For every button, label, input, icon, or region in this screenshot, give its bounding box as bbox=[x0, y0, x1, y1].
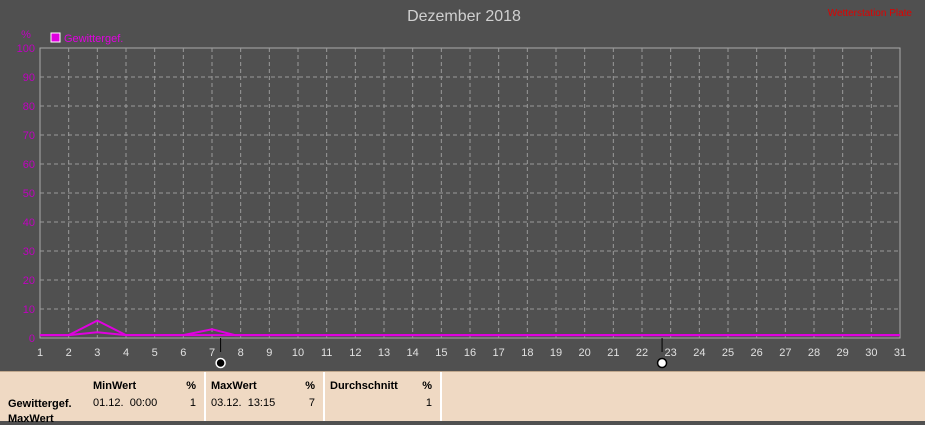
y-tick-label: 90 bbox=[23, 72, 35, 84]
x-tick-label: 28 bbox=[808, 347, 820, 359]
x-tick-label: 15 bbox=[435, 347, 447, 359]
x-tick-label: 18 bbox=[521, 347, 533, 359]
x-tick-label: 9 bbox=[266, 347, 272, 359]
x-tick-label: 27 bbox=[779, 347, 791, 359]
x-tick-label: 23 bbox=[665, 347, 677, 359]
x-tick-label: 30 bbox=[865, 347, 877, 359]
x-tick-label: 20 bbox=[579, 347, 591, 359]
x-tick-label: 22 bbox=[636, 347, 648, 359]
x-tick-label: 10 bbox=[292, 347, 304, 359]
min-value: 1 bbox=[189, 397, 196, 409]
stats-row-label-cut: MaxWert bbox=[8, 413, 54, 425]
x-tick-label: 11 bbox=[321, 347, 332, 359]
x-tick-label: 2 bbox=[66, 347, 72, 359]
x-tick-label: 6 bbox=[180, 347, 186, 359]
max-datetime: 03.12. 13:15 bbox=[211, 397, 276, 409]
watermark: Wetterstation Plate bbox=[828, 8, 913, 19]
chart: 01020304050607080901001 2 3 4 5 6 7 8 9 10 11 12 13 1… bbox=[17, 8, 913, 369]
x-tick-label: 21 bbox=[607, 347, 619, 359]
full-moon-icon bbox=[656, 357, 668, 369]
stats-panel: Gewittergef. MaxWert MinWert % 01.12. 00… bbox=[0, 371, 925, 425]
stats-avg-column: Durchschnitt % 1 bbox=[325, 372, 442, 421]
chart-title: Dezember 2018 bbox=[407, 8, 521, 25]
x-tick-label: 1 bbox=[37, 347, 43, 359]
stats-min-column: MinWert % 01.12. 00:00 1 bbox=[88, 372, 206, 421]
y-axis-label: % bbox=[21, 29, 31, 41]
y-tick-label: 100 bbox=[17, 43, 35, 55]
series-line-1 bbox=[40, 331, 900, 337]
y-tick-label: 10 bbox=[23, 304, 35, 316]
stats-row-label: Gewittergef. bbox=[8, 398, 72, 410]
y-tick-label: 0 bbox=[29, 333, 35, 345]
legend-label: Gewittergef. bbox=[64, 33, 123, 45]
stats-max-column: MaxWert % 03.12. 13:15 7 bbox=[206, 372, 325, 421]
x-tick-label: 29 bbox=[837, 347, 849, 359]
x-tick-label: 5 bbox=[152, 347, 158, 359]
max-unit: % bbox=[305, 380, 315, 392]
avg-value: 1 bbox=[425, 397, 432, 409]
x-tick-label: 19 bbox=[550, 347, 562, 359]
x-tick-label: 17 bbox=[493, 347, 505, 359]
y-tick-label: 80 bbox=[23, 101, 35, 113]
max-header: MaxWert bbox=[211, 380, 257, 392]
x-tick-label: 8 bbox=[238, 347, 244, 359]
x-tick-label: 13 bbox=[378, 347, 390, 359]
x-tick-label: 31 bbox=[894, 347, 906, 359]
max-value: 7 bbox=[308, 397, 315, 409]
avg-unit: % bbox=[422, 380, 432, 392]
min-unit: % bbox=[186, 380, 196, 392]
x-tick-label: 7 bbox=[209, 347, 215, 359]
x-tick-label: 3 bbox=[94, 347, 100, 359]
x-tick-label: 24 bbox=[693, 347, 705, 359]
y-tick-label: 50 bbox=[23, 188, 35, 200]
min-datetime: 01.12. 00:00 bbox=[93, 397, 158, 409]
avg-header: Durchschnitt bbox=[330, 380, 398, 392]
x-tick-label: 4 bbox=[123, 347, 129, 359]
legend-swatch bbox=[50, 32, 61, 43]
new-moon-icon bbox=[215, 357, 226, 369]
x-tick-label: 16 bbox=[464, 347, 476, 359]
y-tick-label: 30 bbox=[23, 246, 35, 258]
x-tick-label: 14 bbox=[407, 347, 419, 359]
y-tick-label: 60 bbox=[23, 159, 35, 171]
min-header: MinWert bbox=[93, 380, 137, 392]
x-tick-label: 26 bbox=[751, 347, 763, 359]
y-tick-label: 20 bbox=[23, 275, 35, 287]
y-tick-label: 70 bbox=[23, 130, 35, 142]
x-tick-label: 12 bbox=[349, 347, 361, 359]
x-tick-label: 25 bbox=[722, 347, 734, 359]
y-tick-label: 40 bbox=[23, 217, 35, 229]
